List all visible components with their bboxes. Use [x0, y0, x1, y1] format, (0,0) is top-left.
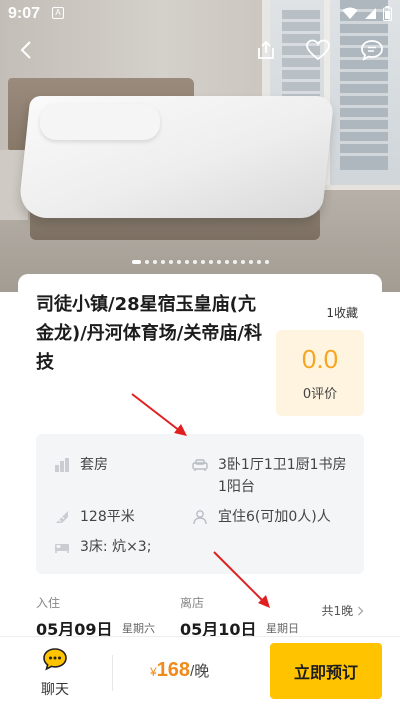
- gallery-dot: [168, 260, 173, 264]
- chat-label: 聊天: [41, 682, 69, 698]
- gallery-dot: [200, 260, 205, 264]
- rating-box[interactable]: 0.0 0评价: [276, 330, 364, 416]
- checkin-label: 入住: [36, 596, 61, 610]
- chat-button[interactable]: 聊天: [30, 647, 80, 699]
- nights-count-text: 共1晚: [321, 604, 354, 618]
- gallery-dot: [256, 260, 261, 264]
- fact-beds-text: 3床: 炕×3;: [80, 539, 152, 555]
- favorite-button[interactable]: [304, 36, 332, 64]
- message-icon: [361, 40, 383, 61]
- notification-icon: A: [52, 7, 64, 19]
- share-icon: [258, 40, 274, 59]
- wifi-icon: [342, 7, 358, 19]
- signal-icon: [365, 8, 376, 19]
- status-bar: 9:07 A: [0, 0, 400, 28]
- nights-count[interactable]: 共1晚: [322, 602, 364, 619]
- fact-room-type: 套房: [54, 454, 108, 476]
- bed-icon: [55, 544, 69, 553]
- building-icon: [55, 458, 69, 472]
- listing-photo[interactable]: 9:07 A: [0, 0, 400, 292]
- back-button[interactable]: [12, 36, 40, 64]
- price-amount: 168: [156, 659, 191, 681]
- fact-room-layout-text: 3卧1厅1卫1厨1书房1阳台: [218, 457, 347, 495]
- status-icons: [342, 6, 392, 21]
- listing-title: 司徒小镇/28星宿玉皇庙(亢金龙)/丹河体育场/关帝庙/科技: [36, 294, 262, 373]
- chevron-right-icon: [358, 606, 364, 616]
- gallery-dot: [184, 260, 189, 264]
- ruler-icon: [56, 511, 68, 523]
- gallery-dot: [240, 260, 245, 264]
- gallery-dot: [160, 260, 165, 264]
- sofa-icon: [192, 459, 208, 471]
- checkin-weekday: 星期六: [122, 622, 155, 635]
- gallery-dot: [192, 260, 197, 264]
- rating-score: 0.0: [301, 344, 339, 374]
- gallery-dot: [144, 260, 149, 264]
- gallery-dot: [216, 260, 221, 264]
- fact-area-text: 128平米: [80, 509, 135, 525]
- fact-area: 128平米: [54, 506, 135, 528]
- gallery-dot: [131, 260, 141, 264]
- gallery-dot: [264, 260, 269, 264]
- bottom-divider: [112, 655, 113, 691]
- gallery-dot: [224, 260, 229, 264]
- share-button[interactable]: [252, 36, 280, 64]
- person-icon: [193, 510, 207, 525]
- room-facts: 套房 3卧1厅1卫1厨1书房1阳台 128平米 宜住6(可加0人)人 3床: 炕…: [36, 434, 364, 574]
- price-unit: /晚: [190, 663, 210, 680]
- chevron-left-icon: [20, 41, 31, 59]
- price-currency: ¥: [150, 665, 157, 679]
- fact-room-layout: 3卧1厅1卫1厨1书房1阳台: [192, 454, 352, 498]
- heart-icon: [306, 39, 330, 61]
- chat-icon: [43, 648, 67, 671]
- review-count: 0评价: [302, 387, 338, 402]
- favorite-count: 1收藏: [326, 306, 358, 320]
- gallery-page-dots: [0, 260, 400, 264]
- gallery-dot: [232, 260, 237, 264]
- price-per-night: ¥168/晚: [150, 659, 209, 682]
- checkout-label: 离店: [180, 596, 205, 610]
- fact-guests: 宜住6(可加0人)人: [192, 506, 331, 528]
- checkout-weekday: 星期日: [266, 622, 299, 635]
- gallery-dot: [176, 260, 181, 264]
- gallery-dot: [248, 260, 253, 264]
- fact-room-type-text: 套房: [80, 457, 108, 473]
- gallery-dot: [208, 260, 213, 264]
- bottom-action-bar: 聊天 ¥168/晚 立即预订: [0, 636, 400, 710]
- battery-icon: [383, 6, 392, 21]
- book-now-button[interactable]: 立即预订: [270, 643, 382, 699]
- message-button[interactable]: [358, 36, 386, 64]
- photo-pillow: [40, 104, 160, 140]
- gallery-dot: [152, 260, 157, 264]
- fact-beds: 3床: 炕×3;: [54, 536, 151, 558]
- status-time: 9:07: [8, 5, 41, 22]
- fact-guests-text: 宜住6(可加0人)人: [218, 509, 331, 525]
